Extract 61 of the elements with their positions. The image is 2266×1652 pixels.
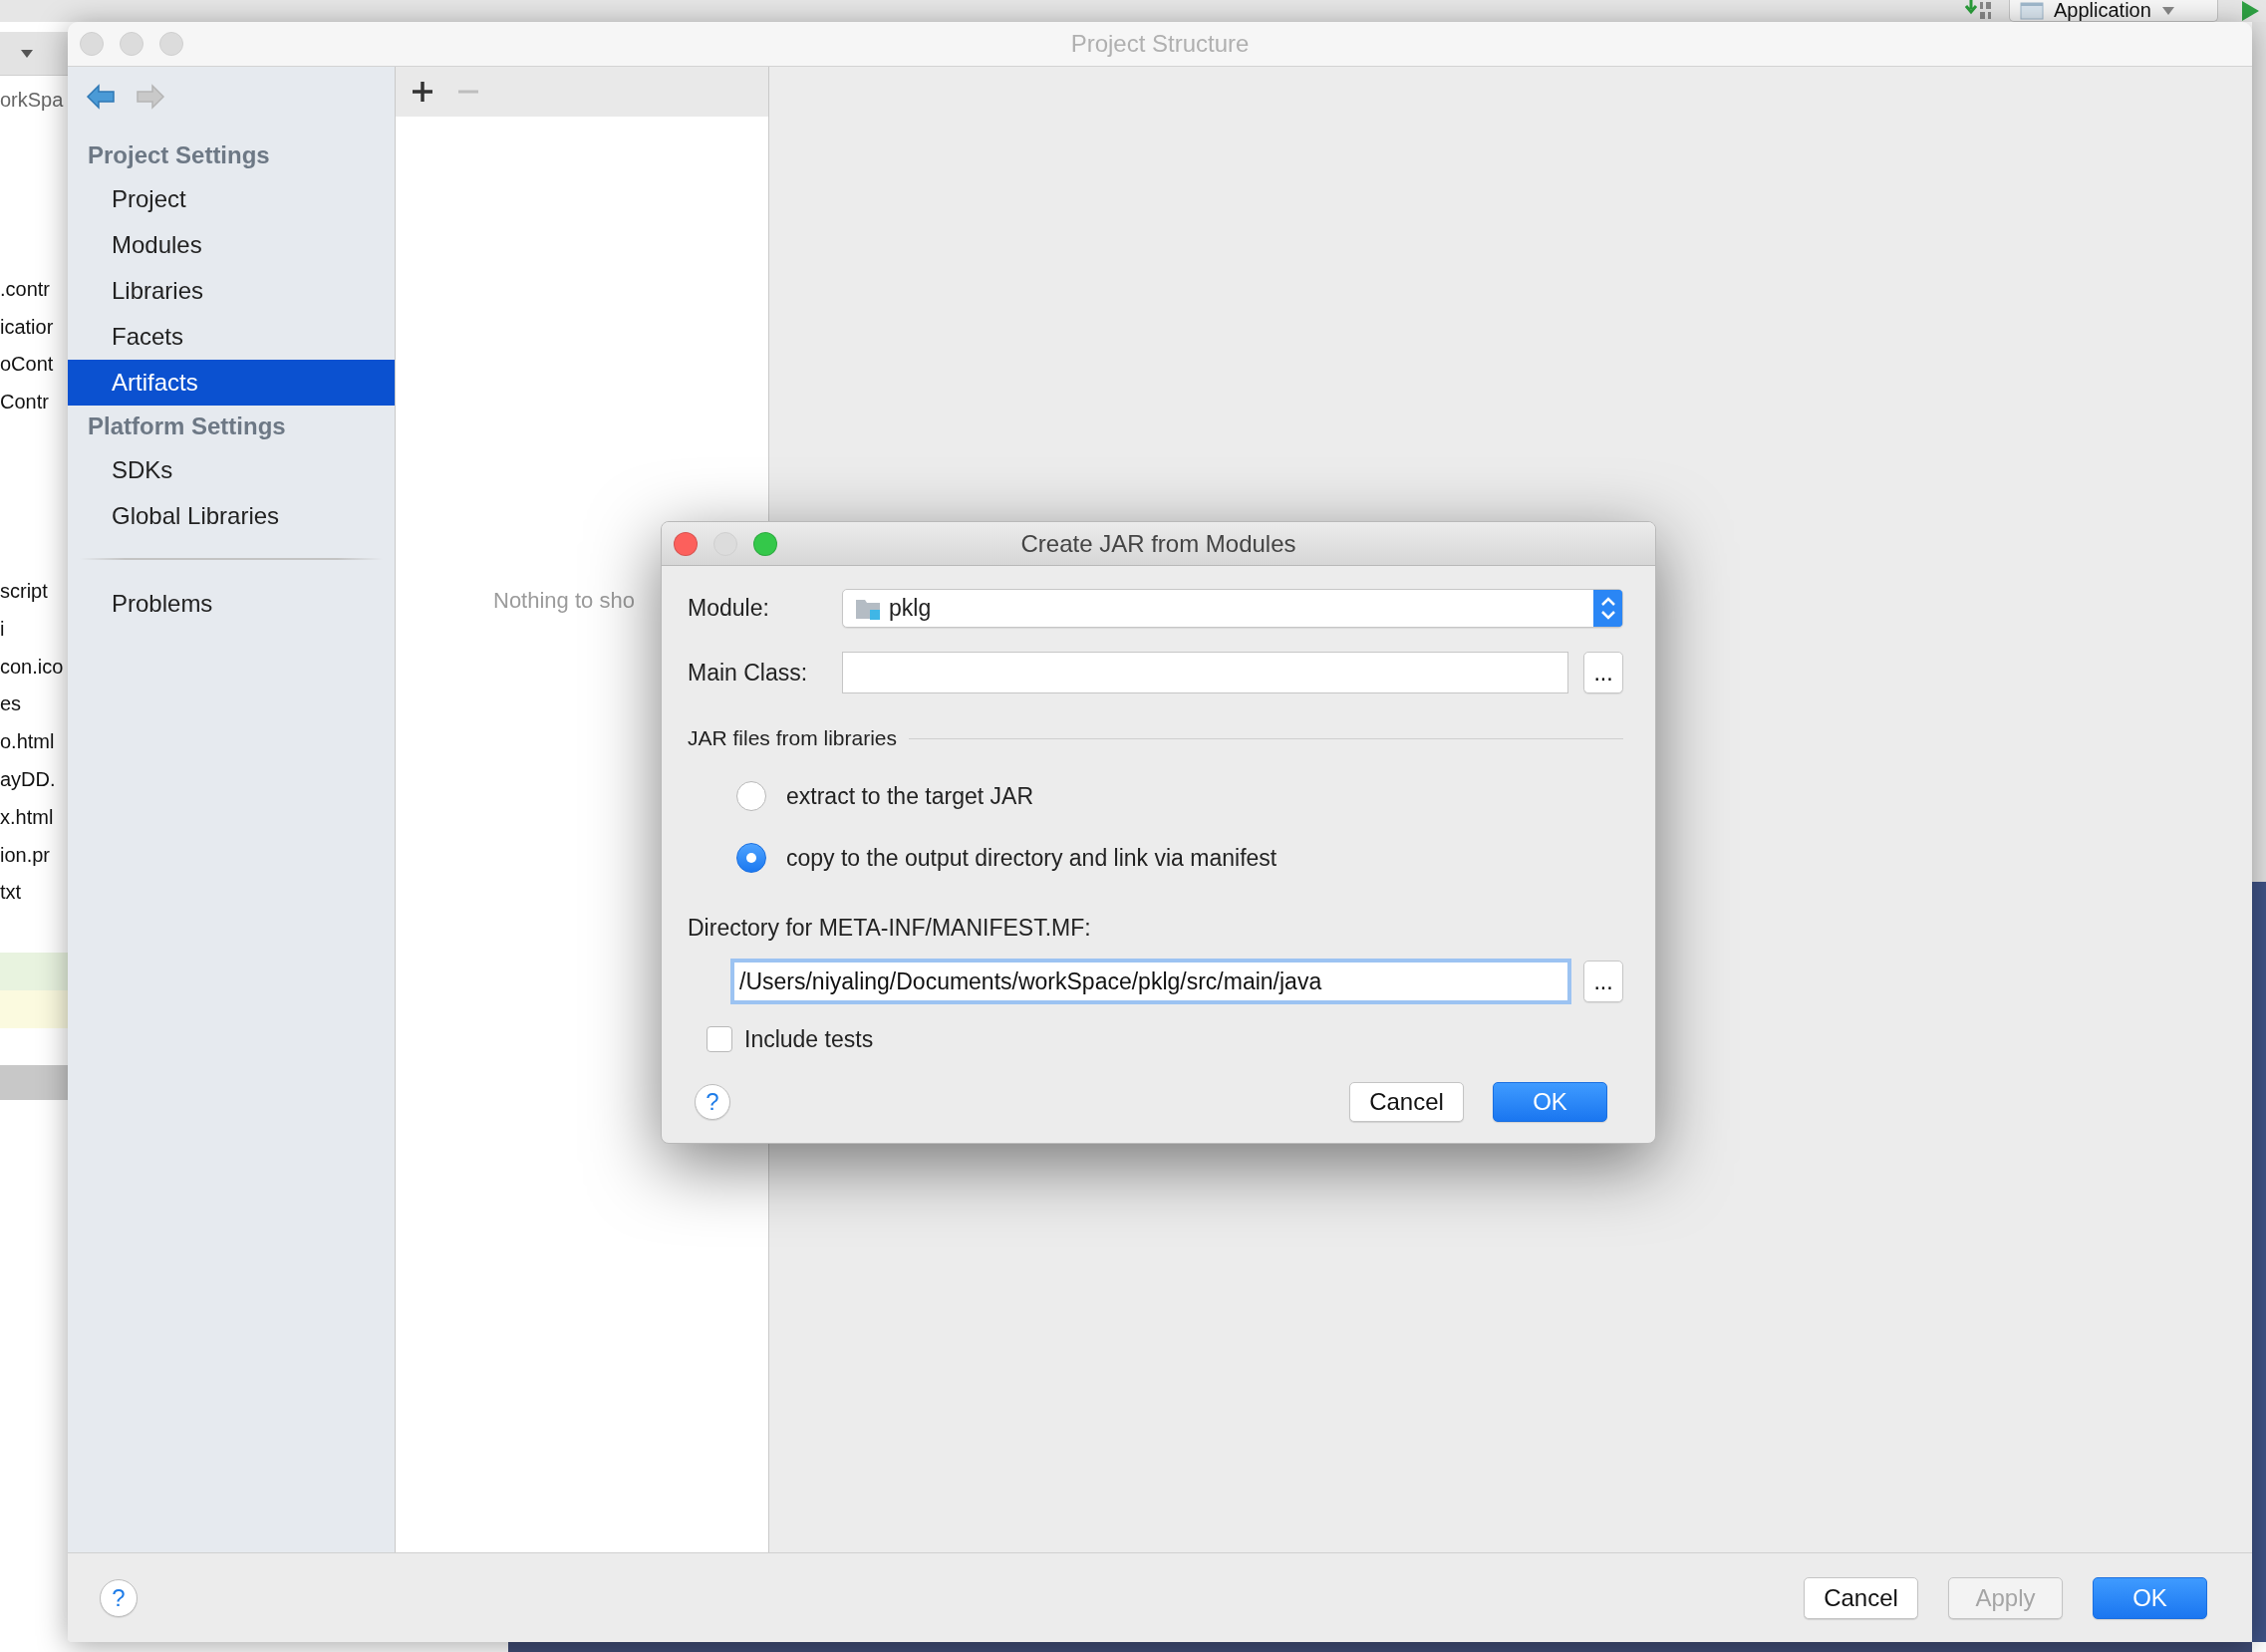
tree-item[interactable]: es [0, 686, 68, 724]
back-icon[interactable] [86, 84, 116, 110]
help-button[interactable]: ? [695, 1084, 730, 1120]
option-label: extract to the target JAR [786, 782, 1033, 810]
tree-item[interactable]: oCont [0, 346, 68, 385]
tree-item[interactable]: orkSpa [0, 82, 68, 120]
window-button[interactable] [80, 32, 104, 56]
empty-message: Nothing to sho [493, 588, 635, 613]
help-button[interactable]: ? [100, 1578, 138, 1617]
tree-item[interactable]: ayDD. [0, 760, 68, 799]
radio-button[interactable] [736, 781, 766, 811]
sidebar-item[interactable]: Project [68, 176, 395, 222]
section-heading: Platform Settings [87, 412, 287, 441]
tree-item[interactable]: x.html [0, 798, 68, 837]
radio-button[interactable] [736, 843, 766, 873]
close-button[interactable] [674, 531, 698, 556]
browse-button[interactable]: ... [1583, 961, 1623, 1002]
tree-item[interactable]: icatior [0, 308, 68, 347]
section-label: JAR files from libraries [688, 726, 898, 750]
sidebar-item[interactable]: Artifacts [68, 360, 395, 406]
module-dropdown[interactable]: pklg [842, 589, 1623, 628]
sidebar-item[interactable]: Global Libraries [68, 493, 395, 539]
folder-icon [855, 597, 881, 620]
sidebar-item[interactable]: Modules [68, 222, 395, 268]
sidebar-item[interactable]: Facets [68, 314, 395, 360]
tree-item[interactable]: con.ico [0, 648, 68, 687]
caret-icon[interactable] [20, 48, 34, 59]
window-button[interactable] [120, 32, 143, 56]
window-button[interactable] [159, 32, 183, 56]
section-heading: Project Settings [87, 140, 271, 170]
window-title: Project Structure [1070, 30, 1250, 58]
tree-item[interactable]: i [0, 610, 68, 649]
field-label: Directory for META-INF/MANIFEST.MF: [688, 914, 1091, 942]
sidebar-item[interactable]: Libraries [68, 268, 395, 314]
checkbox[interactable] [707, 1026, 732, 1052]
run-icon[interactable] [2240, 0, 2260, 22]
dialog-title: Create JAR from Modules [1020, 529, 1296, 558]
dialog-button[interactable]: Cancel [1804, 1576, 1918, 1619]
tree-item[interactable]: ion.pr [0, 836, 68, 875]
tree-item[interactable]: script [0, 573, 68, 611]
field-label: Module: [688, 595, 770, 622]
run-configuration-dropdown[interactable]: Application [2009, 0, 2218, 22]
checkbox-label: Include tests [744, 1025, 874, 1053]
field-label: Main Class: [688, 659, 809, 687]
tree-item[interactable]: o.html [0, 723, 68, 761]
option-label: copy to the output directory and link via manifest [786, 844, 1277, 872]
add-icon[interactable] [410, 79, 435, 105]
chevrons-icon [1593, 590, 1622, 627]
sidebar-item[interactable]: SDKs [68, 447, 395, 493]
directory-field[interactable]: /Users/niyaling/Documents/workSpace/pklg/src/main/java [730, 959, 1571, 1004]
window-icon [2020, 1, 2044, 20]
sort-icon[interactable] [1965, 0, 1993, 20]
sidebar-item[interactable]: Problems [68, 581, 395, 627]
dialog-button[interactable]: Cancel [1349, 1082, 1464, 1122]
tree-item[interactable]: txt [0, 874, 68, 913]
caret-icon [2160, 5, 2175, 16]
zoom-button[interactable] [753, 531, 777, 556]
main-class-field[interactable] [842, 652, 1568, 693]
browse-button[interactable]: ... [1583, 652, 1623, 693]
tree-item[interactable]: Contr [0, 384, 68, 421]
tree-item[interactable]: .contr [0, 270, 68, 309]
